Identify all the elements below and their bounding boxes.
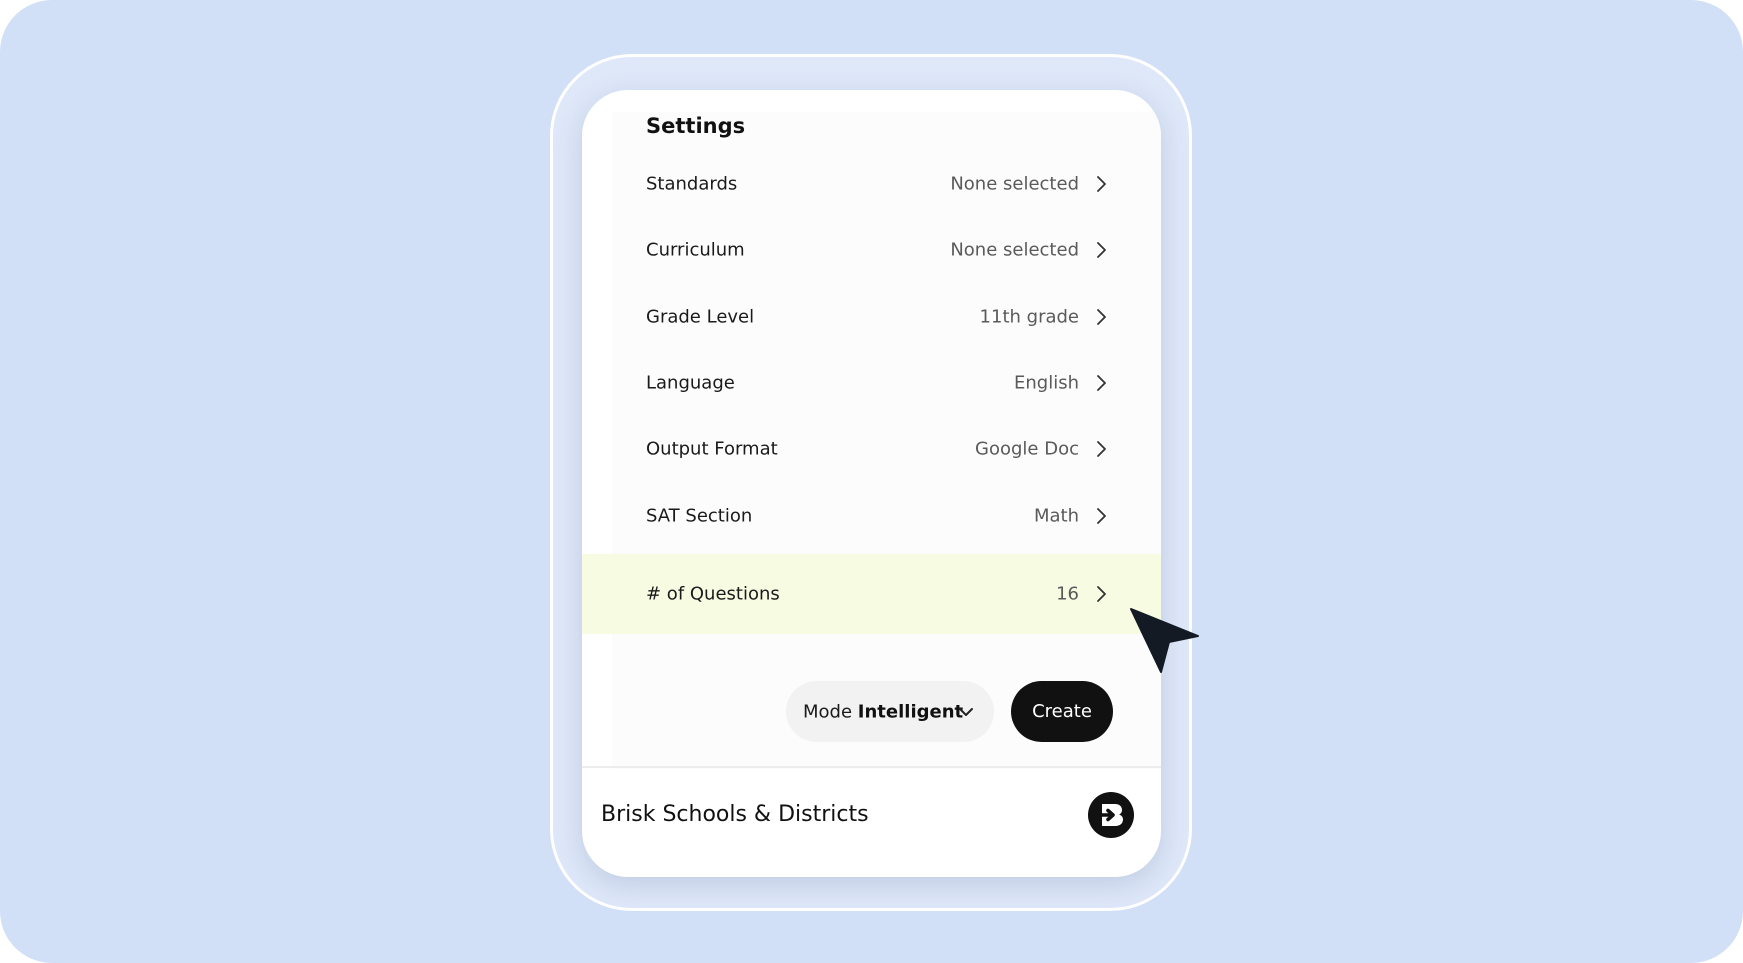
setting-label: Language [646,372,735,394]
chevron-right-icon [1097,586,1106,602]
mode-label: Mode [803,701,853,722]
settings-title: Settings [646,114,746,138]
setting-row-language[interactable]: Language English [582,350,1161,416]
brisk-logo-icon[interactable] [1088,792,1134,838]
footer-divider [582,766,1161,768]
mouse-pointer-icon [1130,608,1199,673]
settings-card: Settings Standards None selected Curricu… [582,90,1161,877]
setting-label: # of Questions [646,583,780,605]
setting-label: Standards [646,173,738,195]
setting-value: None selected [950,239,1079,261]
setting-row-num-questions[interactable]: # of Questions 16 [582,554,1161,634]
chevron-right-icon [1097,375,1106,391]
setting-value: 16 [1056,583,1079,605]
mode-dropdown-button[interactable]: Mode Intelligent [786,681,994,742]
chevron-right-icon [1097,176,1106,192]
setting-label: Curriculum [646,239,745,261]
chevron-right-icon [1097,508,1106,524]
setting-row-curriculum[interactable]: Curriculum None selected [582,217,1161,283]
mode-text: Mode Intelligent [803,701,963,722]
brisk-logo-glyph [1097,804,1123,826]
setting-row-output-format[interactable]: Output Format Google Doc [582,416,1161,482]
setting-row-sat-section[interactable]: SAT Section Math [582,483,1161,549]
setting-label: SAT Section [646,505,753,527]
chevron-right-icon [1097,441,1106,457]
create-button[interactable]: Create [1011,681,1113,742]
setting-row-grade-level[interactable]: Grade Level 11th grade [582,284,1161,350]
page-background: Settings Standards None selected Curricu… [0,0,1743,963]
setting-value: Math [1033,505,1079,527]
setting-row-standards[interactable]: Standards None selected [582,151,1161,217]
setting-value: Google Doc [975,438,1079,460]
setting-label: Grade Level [646,306,755,328]
chevron-right-icon [1097,309,1106,325]
setting-label: Output Format [646,438,778,460]
setting-value: 11th grade [979,306,1079,328]
brand-text: Brisk Schools & Districts [601,802,869,827]
chevron-down-icon [959,707,973,716]
setting-value: None selected [950,173,1079,195]
chevron-right-icon [1097,242,1106,258]
setting-value: English [1014,372,1079,394]
mode-value: Intelligent [857,701,964,722]
